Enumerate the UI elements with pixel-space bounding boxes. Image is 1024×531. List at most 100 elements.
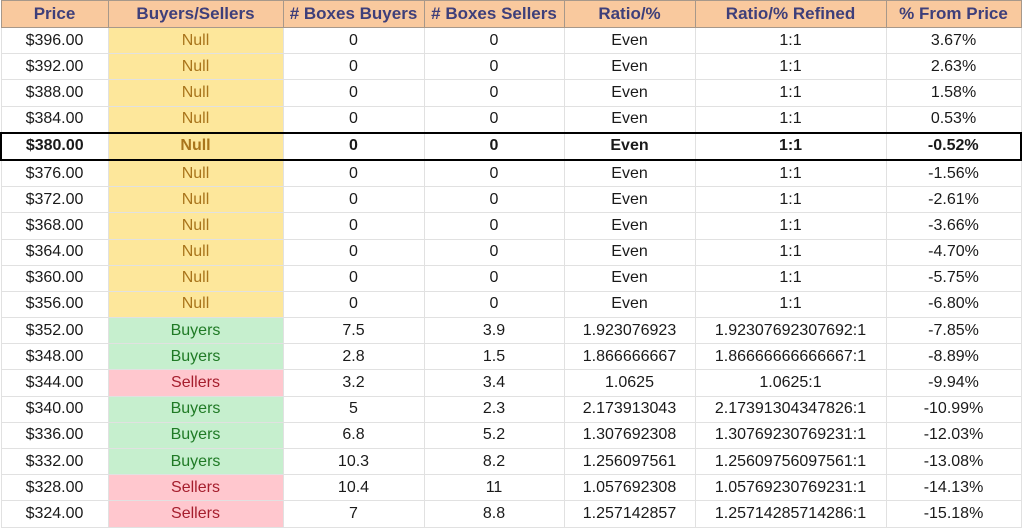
cell-boxes-sellers[interactable]: 8.8 <box>423 500 565 528</box>
cell-ratio-refined[interactable]: 1.25714285714286:1 <box>694 500 887 528</box>
cell-boxes-sellers[interactable]: 11 <box>423 474 565 502</box>
cell-from-price[interactable]: -15.18% <box>885 500 1022 528</box>
cell-boxes-buyers[interactable]: 0 <box>282 131 425 161</box>
cell-ratio-refined[interactable]: 1:1 <box>694 53 887 81</box>
cell-buyers-sellers[interactable]: Buyers <box>107 395 284 423</box>
cell-boxes-buyers[interactable]: 0 <box>282 159 425 188</box>
cell-from-price[interactable]: -12.03% <box>885 421 1022 450</box>
cell-buyers-sellers[interactable]: Null <box>107 105 284 134</box>
cell-boxes-buyers[interactable]: 7.5 <box>282 317 425 345</box>
cell-ratio[interactable]: Even <box>563 212 696 240</box>
cell-price[interactable]: $384.00 <box>0 105 109 134</box>
cell-boxes-sellers[interactable]: 0 <box>423 53 565 81</box>
cell-ratio-refined[interactable]: 1:1 <box>694 159 887 188</box>
cell-price[interactable]: $372.00 <box>0 186 109 214</box>
cell-ratio-refined[interactable]: 1.92307692307692:1 <box>694 317 887 345</box>
cell-from-price[interactable]: -14.13% <box>885 474 1022 502</box>
cell-from-price[interactable]: -1.56% <box>885 159 1022 188</box>
cell-price[interactable]: $332.00 <box>0 447 109 476</box>
cell-boxes-buyers[interactable]: 0 <box>282 26 425 55</box>
cell-ratio[interactable]: Even <box>563 26 696 55</box>
cell-buyers-sellers[interactable]: Null <box>107 131 284 161</box>
cell-from-price[interactable]: 2.63% <box>885 53 1022 81</box>
cell-boxes-sellers[interactable]: 8.2 <box>423 447 565 476</box>
cell-from-price[interactable]: -0.52% <box>885 131 1022 161</box>
cell-buyers-sellers[interactable]: Sellers <box>107 474 284 502</box>
cell-ratio[interactable]: 1.057692308 <box>563 474 696 502</box>
header-buyers-sellers[interactable]: Buyers/Sellers <box>107 0 284 28</box>
cell-ratio[interactable]: Even <box>563 186 696 214</box>
cell-ratio[interactable]: Even <box>563 79 696 107</box>
header-price[interactable]: Price <box>0 0 109 28</box>
header-from-price[interactable]: % From Price <box>885 0 1022 28</box>
cell-boxes-buyers[interactable]: 0 <box>282 53 425 81</box>
cell-ratio[interactable]: Even <box>563 264 696 292</box>
cell-price[interactable]: $328.00 <box>0 474 109 502</box>
header-boxes-buyers[interactable]: # Boxes Buyers <box>282 0 425 28</box>
cell-ratio-refined[interactable]: 1.30769230769231:1 <box>694 421 887 450</box>
cell-buyers-sellers[interactable]: Buyers <box>107 343 284 371</box>
cell-boxes-buyers[interactable]: 0 <box>282 290 425 319</box>
cell-buyers-sellers[interactable]: Null <box>107 53 284 81</box>
cell-ratio[interactable]: Even <box>563 131 696 161</box>
cell-from-price[interactable]: -9.94% <box>885 369 1022 397</box>
cell-ratio[interactable]: 1.0625 <box>563 369 696 397</box>
cell-ratio-refined[interactable]: 1.86666666666667:1 <box>694 343 887 371</box>
cell-from-price[interactable]: -4.70% <box>885 238 1022 266</box>
cell-buyers-sellers[interactable]: Buyers <box>107 317 284 345</box>
cell-ratio[interactable]: Even <box>563 159 696 188</box>
cell-price[interactable]: $324.00 <box>0 500 109 528</box>
cell-from-price[interactable]: 0.53% <box>885 105 1022 134</box>
cell-price[interactable]: $392.00 <box>0 53 109 81</box>
cell-buyers-sellers[interactable]: Sellers <box>107 369 284 397</box>
cell-boxes-sellers[interactable]: 3.9 <box>423 317 565 345</box>
cell-ratio-refined[interactable]: 1:1 <box>694 290 887 319</box>
cell-boxes-buyers[interactable]: 0 <box>282 238 425 266</box>
cell-ratio-refined[interactable]: 1.25609756097561:1 <box>694 447 887 476</box>
cell-price[interactable]: $368.00 <box>0 212 109 240</box>
cell-boxes-sellers[interactable]: 2.3 <box>423 395 565 423</box>
cell-boxes-buyers[interactable]: 5 <box>282 395 425 423</box>
cell-ratio[interactable]: 1.866666667 <box>563 343 696 371</box>
cell-price[interactable]: $360.00 <box>0 264 109 292</box>
cell-from-price[interactable]: -8.89% <box>885 343 1022 371</box>
cell-boxes-buyers[interactable]: 10.4 <box>282 474 425 502</box>
cell-ratio[interactable]: 1.307692308 <box>563 421 696 450</box>
cell-from-price[interactable]: -7.85% <box>885 317 1022 345</box>
cell-boxes-sellers[interactable]: 0 <box>423 159 565 188</box>
cell-buyers-sellers[interactable]: Null <box>107 79 284 107</box>
cell-boxes-buyers[interactable]: 10.3 <box>282 447 425 476</box>
cell-ratio-refined[interactable]: 2.17391304347826:1 <box>694 395 887 423</box>
cell-ratio-refined[interactable]: 1:1 <box>694 238 887 266</box>
cell-buyers-sellers[interactable]: Null <box>107 290 284 319</box>
cell-ratio[interactable]: Even <box>563 53 696 81</box>
cell-boxes-buyers[interactable]: 7 <box>282 500 425 528</box>
header-ratio[interactable]: Ratio/% <box>563 0 696 28</box>
cell-boxes-buyers[interactable]: 2.8 <box>282 343 425 371</box>
cell-price[interactable]: $364.00 <box>0 238 109 266</box>
cell-from-price[interactable]: -13.08% <box>885 447 1022 476</box>
cell-buyers-sellers[interactable]: Buyers <box>107 421 284 450</box>
cell-price[interactable]: $380.00 <box>0 131 109 161</box>
cell-boxes-buyers[interactable]: 0 <box>282 212 425 240</box>
cell-boxes-sellers[interactable]: 0 <box>423 26 565 55</box>
cell-from-price[interactable]: -5.75% <box>885 264 1022 292</box>
cell-price[interactable]: $340.00 <box>0 395 109 423</box>
cell-from-price[interactable]: -2.61% <box>885 186 1022 214</box>
cell-boxes-sellers[interactable]: 0 <box>423 290 565 319</box>
cell-boxes-buyers[interactable]: 3.2 <box>282 369 425 397</box>
cell-boxes-buyers[interactable]: 0 <box>282 186 425 214</box>
cell-from-price[interactable]: 3.67% <box>885 26 1022 55</box>
cell-ratio-refined[interactable]: 1:1 <box>694 105 887 134</box>
cell-boxes-buyers[interactable]: 6.8 <box>282 421 425 450</box>
cell-ratio-refined[interactable]: 1.0625:1 <box>694 369 887 397</box>
cell-boxes-buyers[interactable]: 0 <box>282 105 425 134</box>
cell-boxes-buyers[interactable]: 0 <box>282 264 425 292</box>
cell-boxes-sellers[interactable]: 0 <box>423 186 565 214</box>
header-ratio-refined[interactable]: Ratio/% Refined <box>694 0 887 28</box>
cell-ratio[interactable]: 2.173913043 <box>563 395 696 423</box>
cell-from-price[interactable]: 1.58% <box>885 79 1022 107</box>
header-boxes-sellers[interactable]: # Boxes Sellers <box>423 0 565 28</box>
cell-boxes-sellers[interactable]: 1.5 <box>423 343 565 371</box>
cell-buyers-sellers[interactable]: Buyers <box>107 447 284 476</box>
